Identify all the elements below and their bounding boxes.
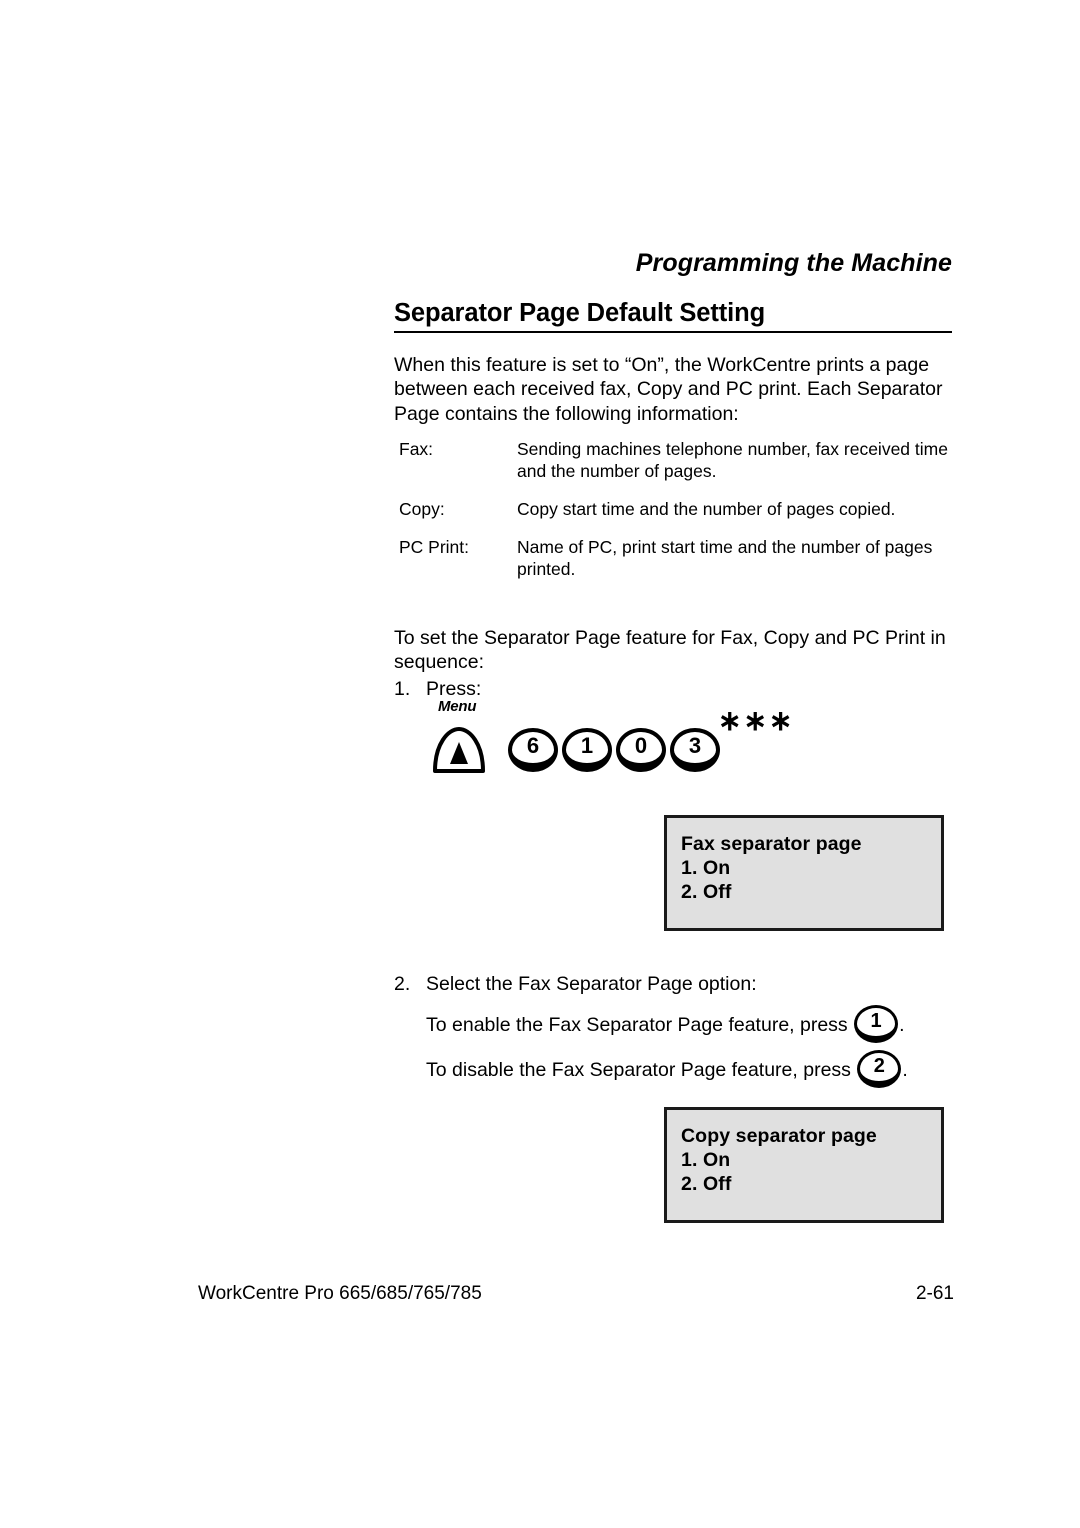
key-digit: 1 xyxy=(870,1010,882,1032)
definition-row: Fax: Sending machines telephone number, … xyxy=(399,438,959,482)
substep-text-after: . xyxy=(899,1014,905,1036)
keypad-key-6[interactable]: 6 xyxy=(508,728,558,775)
substep-text-before: To disable the Fax Separator Page featur… xyxy=(426,1059,851,1081)
substep-enable-fax-separator: To enable the Fax Separator Page feature… xyxy=(426,1005,905,1044)
lcd-line-option-2: 2. Off xyxy=(681,881,732,903)
key-digit: 3 xyxy=(688,733,702,758)
step-text: Press: xyxy=(426,678,482,700)
step-number: 2. xyxy=(394,973,411,995)
key-sequence-graphic: Menu 6 1 0 3 ∗∗∗ xyxy=(430,698,792,792)
lcd-line-option-1: 1. On xyxy=(681,857,731,879)
lcd-line-option-1: 1. On xyxy=(681,1149,731,1171)
menu-key-label: Menu xyxy=(438,698,477,715)
keypad-key-3[interactable]: 3 xyxy=(670,728,720,775)
definition-row: PC Print: Name of PC, print start time a… xyxy=(399,536,959,580)
definition-term: Fax: xyxy=(399,439,434,459)
step-number: 1. xyxy=(394,678,411,700)
footer-product-name: WorkCentre Pro 665/685/765/785 xyxy=(198,1283,482,1304)
procedure-lead-in: To set the Separator Page feature for Fa… xyxy=(394,627,946,674)
separator-page-contents-list: Fax: Sending machines telephone number, … xyxy=(399,438,959,596)
substep-disable-fax-separator: To disable the Fax Separator Page featur… xyxy=(426,1050,908,1089)
running-head: Programming the Machine xyxy=(635,249,952,277)
page-title: Separator Page Default Setting xyxy=(394,299,766,327)
substep-text-after: . xyxy=(902,1059,908,1081)
definition-description: Name of PC, print start time and the num… xyxy=(517,537,933,579)
keypad-key-1-inline[interactable]: 1 xyxy=(854,1005,899,1044)
definition-description: Copy start time and the number of pages … xyxy=(517,499,896,519)
key-digit: 0 xyxy=(634,733,648,758)
lcd-line-title: Copy separator page xyxy=(681,1125,877,1147)
key-digit: 1 xyxy=(580,733,594,758)
keypad-key-0[interactable]: 0 xyxy=(616,728,666,775)
lcd-display-fax-separator: Fax separator page 1. On 2. Off xyxy=(664,815,944,931)
keypad-key-2-inline[interactable]: 2 xyxy=(857,1050,902,1089)
asterisk-marker: ∗∗∗ xyxy=(718,705,795,736)
definition-term: Copy: xyxy=(399,499,445,519)
title-divider xyxy=(394,331,952,333)
intro-paragraph: When this feature is set to “On”, the Wo… xyxy=(394,354,943,425)
definition-term: PC Print: xyxy=(399,537,470,557)
definition-row: Copy: Copy start time and the number of … xyxy=(399,498,959,520)
document-page: Programming the Machine Separator Page D… xyxy=(0,0,1080,1528)
key-digit: 2 xyxy=(873,1055,885,1077)
menu-up-triangle-key-icon xyxy=(430,726,488,774)
lcd-line-title: Fax separator page xyxy=(681,833,862,855)
lcd-line-option-2: 2. Off xyxy=(681,1173,732,1195)
keypad-key-1[interactable]: 1 xyxy=(562,728,612,775)
step-text: Select the Fax Separator Page option: xyxy=(426,973,757,995)
definition-description: Sending machines telephone number, fax r… xyxy=(517,439,948,481)
key-digit: 6 xyxy=(526,733,540,758)
lcd-display-copy-separator: Copy separator page 1. On 2. Off xyxy=(664,1107,944,1223)
procedure-step-1: 1. Press: xyxy=(394,677,954,702)
procedure-step-2: 2. Select the Fax Separator Page option: xyxy=(394,972,954,997)
footer-page-number: 2-61 xyxy=(915,1283,954,1304)
substep-text-before: To enable the Fax Separator Page feature… xyxy=(426,1014,848,1036)
